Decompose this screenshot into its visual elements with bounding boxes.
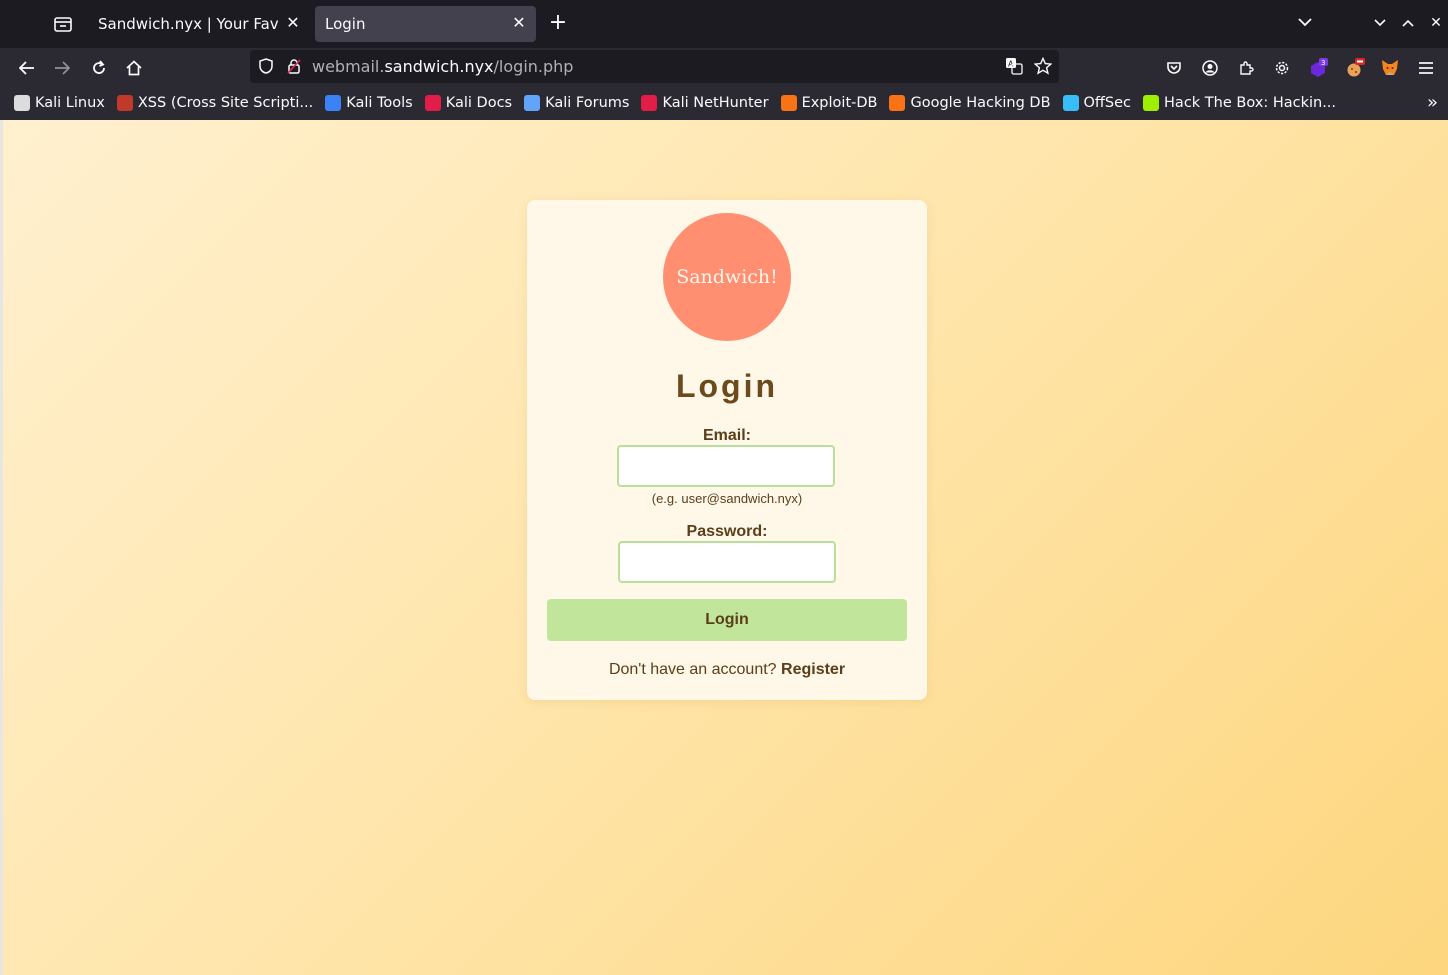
sandwich-logo: Sandwich! xyxy=(663,213,791,341)
email-field[interactable] xyxy=(617,445,835,487)
purple-cube-icon: 3 xyxy=(1311,58,1328,77)
forward-arrow-icon xyxy=(55,61,70,75)
password-field[interactable] xyxy=(618,541,836,583)
logo-text: Sandwich! xyxy=(676,266,778,288)
bookmark-label: Kali Forums xyxy=(545,95,630,111)
hamburger-menu-icon xyxy=(1419,62,1433,74)
translate-icon[interactable]: A xyxy=(1004,56,1024,76)
bookmark-item[interactable]: Google Hacking DB xyxy=(889,95,1051,111)
back-button[interactable] xyxy=(13,54,41,82)
url-host: sandwich.nyx xyxy=(384,57,494,76)
bookmark-label: Kali Docs xyxy=(445,95,513,111)
bookmark-label: Kali NetHunter xyxy=(662,95,769,111)
extension-fox-button[interactable] xyxy=(1376,54,1404,82)
extension-badge: 3 xyxy=(1321,59,1325,67)
puzzle-icon xyxy=(1240,61,1254,75)
tab-sandwich-home[interactable]: Sandwich.nyx | Your Favorite Sandwich Sh… xyxy=(88,6,310,42)
browser-chrome: Sandwich.nyx | Your Favorite Sandwich Sh… xyxy=(0,0,1448,120)
login-button[interactable]: Login xyxy=(547,599,907,641)
settings-button[interactable] xyxy=(1268,54,1296,82)
extensions-button[interactable] xyxy=(1232,54,1260,82)
xss-icon xyxy=(116,95,133,111)
kali-tools-icon xyxy=(325,95,342,111)
tab-title: Login xyxy=(325,15,366,33)
bookmark-label: Google Hacking DB xyxy=(910,95,1051,111)
page-title: Login xyxy=(675,368,779,404)
email-label: Email: xyxy=(702,427,751,444)
bookmark-item[interactable]: Kali Forums xyxy=(524,95,629,111)
bookmark-label: Hack The Box: Hackin... xyxy=(1164,95,1337,111)
password-label: Password: xyxy=(686,523,768,540)
tab-login[interactable]: Login ✕ xyxy=(315,6,536,42)
minimize-window-icon[interactable] xyxy=(1369,12,1391,34)
login-button-label: Login xyxy=(705,611,749,628)
close-window-icon[interactable]: ✕ xyxy=(1425,12,1447,34)
offsec-icon xyxy=(1062,95,1079,111)
bookmark-label: Kali Linux xyxy=(35,95,105,111)
bookmark-item[interactable]: Exploit-DB xyxy=(780,95,878,111)
bookmark-item[interactable]: XSS (Cross Site Scripti... xyxy=(116,95,314,111)
register-link[interactable]: Register xyxy=(781,661,845,678)
cookie-editor-icon xyxy=(1347,58,1365,77)
bookmark-item[interactable]: Kali Linux xyxy=(14,95,105,111)
url-text[interactable]: webmail.sandwich.nyx/login.php xyxy=(312,57,573,76)
reload-icon xyxy=(93,60,105,74)
back-arrow-icon xyxy=(19,61,34,75)
bookmark-label: OffSec xyxy=(1083,95,1132,111)
close-tab-icon[interactable]: ✕ xyxy=(510,14,528,32)
email-hint: (e.g. user@sandwich.nyx) xyxy=(651,491,803,506)
menu-button[interactable] xyxy=(1412,54,1440,82)
insecure-lock-icon[interactable] xyxy=(284,56,304,76)
url-path: /login.php xyxy=(493,57,574,76)
bookmark-item[interactable]: Kali Tools xyxy=(325,95,413,111)
register-prompt: Don't have an account? Register xyxy=(527,661,927,679)
forward-button[interactable] xyxy=(48,54,76,82)
bookmarks-toolbar: Kali Linux XSS (Cross Site Scripti... Kali… xyxy=(0,88,1448,118)
kali-docs-icon xyxy=(424,95,441,111)
kali-dragon-icon xyxy=(14,95,30,111)
tab-title: Sandwich.nyx | Your Favorite Sandwich Sh… xyxy=(98,15,278,33)
reload-button[interactable] xyxy=(85,54,113,82)
kali-nethunter-icon xyxy=(641,95,658,111)
login-card: Sandwich! Login Email: (e.g. user@sandwi… xyxy=(527,200,927,700)
tab-bar: Sandwich.nyx | Your Favorite Sandwich Sh… xyxy=(0,0,1448,48)
page-background: Sandwich! Login Email: (e.g. user@sandwi… xyxy=(3,120,1448,975)
home-icon xyxy=(126,60,142,76)
account-icon xyxy=(1202,60,1218,76)
bookmark-item[interactable]: Kali NetHunter xyxy=(641,95,769,111)
bookmarks-overflow-icon[interactable]: » xyxy=(1427,92,1438,113)
home-button[interactable] xyxy=(120,54,148,82)
firefox-view-button[interactable] xyxy=(48,10,78,38)
maximize-window-icon[interactable] xyxy=(1397,12,1419,34)
bookmark-item[interactable]: Kali Docs xyxy=(424,95,513,111)
list-all-tabs-icon[interactable] xyxy=(1294,12,1316,34)
close-tab-icon[interactable]: ✕ xyxy=(284,14,302,32)
bookmark-star-icon[interactable] xyxy=(1033,56,1053,76)
register-prompt-text: Don't have an account? xyxy=(608,661,777,678)
url-bar[interactable]: webmail.sandwich.nyx/login.php A xyxy=(250,50,1059,83)
gear-icon xyxy=(1275,61,1289,75)
bookmark-item[interactable]: OffSec xyxy=(1062,95,1132,111)
bookmark-item[interactable]: Hack The Box: Hackin... xyxy=(1143,95,1336,111)
new-tab-button[interactable]: + xyxy=(546,12,570,36)
extension-purple-button[interactable]: 3 xyxy=(1304,54,1332,82)
metamask-fox-icon xyxy=(1382,60,1398,75)
url-prefix: webmail. xyxy=(312,57,385,76)
ghdb-icon xyxy=(889,95,906,111)
pocket-icon xyxy=(1167,62,1181,74)
pocket-button[interactable] xyxy=(1160,54,1188,82)
exploit-db-icon xyxy=(780,95,797,111)
bookmark-label: XSS (Cross Site Scripti... xyxy=(137,95,314,111)
extension-cookie-button[interactable] xyxy=(1341,54,1369,82)
account-button[interactable] xyxy=(1196,54,1224,82)
firefox-view-icon xyxy=(54,17,72,32)
bookmark-label: Exploit-DB xyxy=(801,95,878,111)
shield-icon[interactable] xyxy=(256,56,276,76)
htb-icon xyxy=(1143,95,1160,111)
bookmark-label: Kali Tools xyxy=(346,95,413,111)
nav-bar: webmail.sandwich.nyx/login.php A 3 xyxy=(0,48,1448,86)
kali-forums-icon xyxy=(524,95,541,111)
